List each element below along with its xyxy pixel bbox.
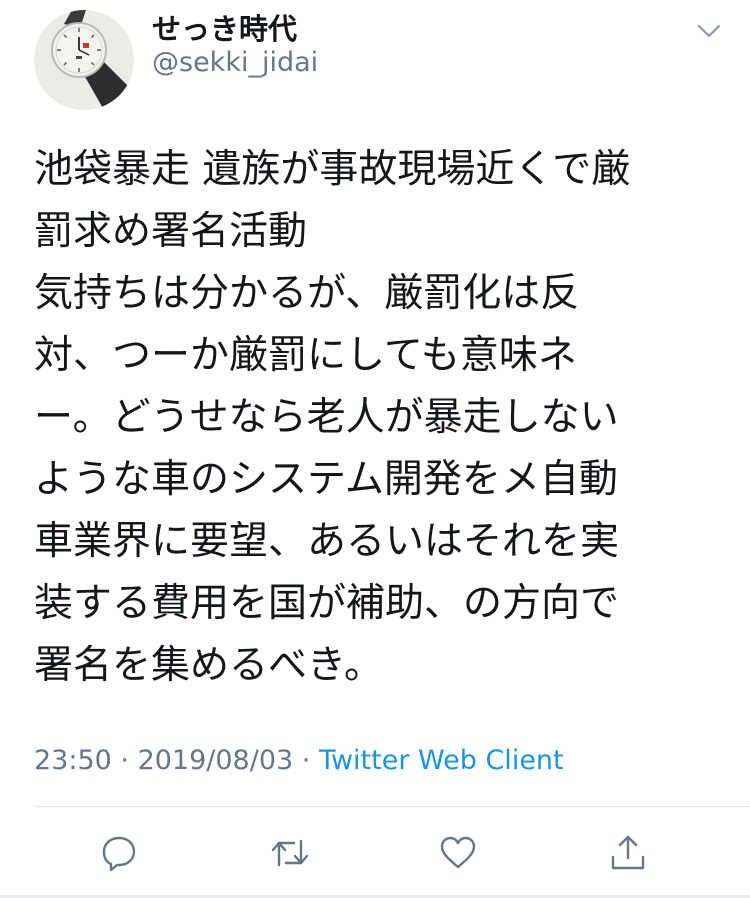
meta-separator: · [293,745,319,776]
tweet-date[interactable]: 2019/08/03 [138,745,294,776]
share-button[interactable] [600,825,656,881]
avatar[interactable] [34,10,134,110]
chevron-down-icon[interactable] [693,15,725,47]
tweet-card: せっき時代 @sekki_jidai 池袋暴走 遺族が事故現場近くで厳 罰求め署… [0,0,750,898]
tweet-text-line: 池袋暴走 遺族が事故現場近くで厳 [34,147,631,192]
tweet-meta: 23:50 · 2019/08/03 · Twitter Web Client [34,743,564,779]
reply-icon [102,836,136,872]
share-icon [611,835,645,870]
reply-button[interactable] [91,825,147,881]
like-button[interactable] [430,825,486,881]
tweet-text-line: 装する費用を国が補助、の方向で [34,581,620,626]
tweet-text-line: 署名を集めるべき。 [34,643,384,688]
meta-separator: · [111,745,138,776]
tweet-text-line: 車業界に要望、あるいはそれを実 [34,519,620,564]
tweet-text-line: ー。どうせなら老人が暴走しない [34,395,619,440]
tweet-text-line: 罰求め署名活動 [34,209,308,254]
retweet-icon [271,839,309,867]
user-handle[interactable]: @sekki_jidai [152,47,318,79]
divider [34,806,750,807]
tweet-text-line: 気持ちは分かるが、厳罰化は反 [34,271,580,316]
tweet-text-line: ような車のシステム開発をメ自動 [34,457,618,502]
watch-avatar-image [34,10,134,110]
retweet-button[interactable] [262,825,318,881]
heart-icon [440,836,476,869]
display-name[interactable]: せっき時代 [152,12,297,46]
action-bar [0,825,750,881]
tweet-text: 池袋暴走 遺族が事故現場近くで厳 罰求め署名活動 気持ちは分かるが、厳罰化は反 … [34,139,724,697]
tweet-time[interactable]: 23:50 [34,745,112,776]
tweet-text-line: 対、つーか厳罰にしても意味ネ [34,333,577,378]
tweet-client-link[interactable]: Twitter Web Client [319,745,564,776]
